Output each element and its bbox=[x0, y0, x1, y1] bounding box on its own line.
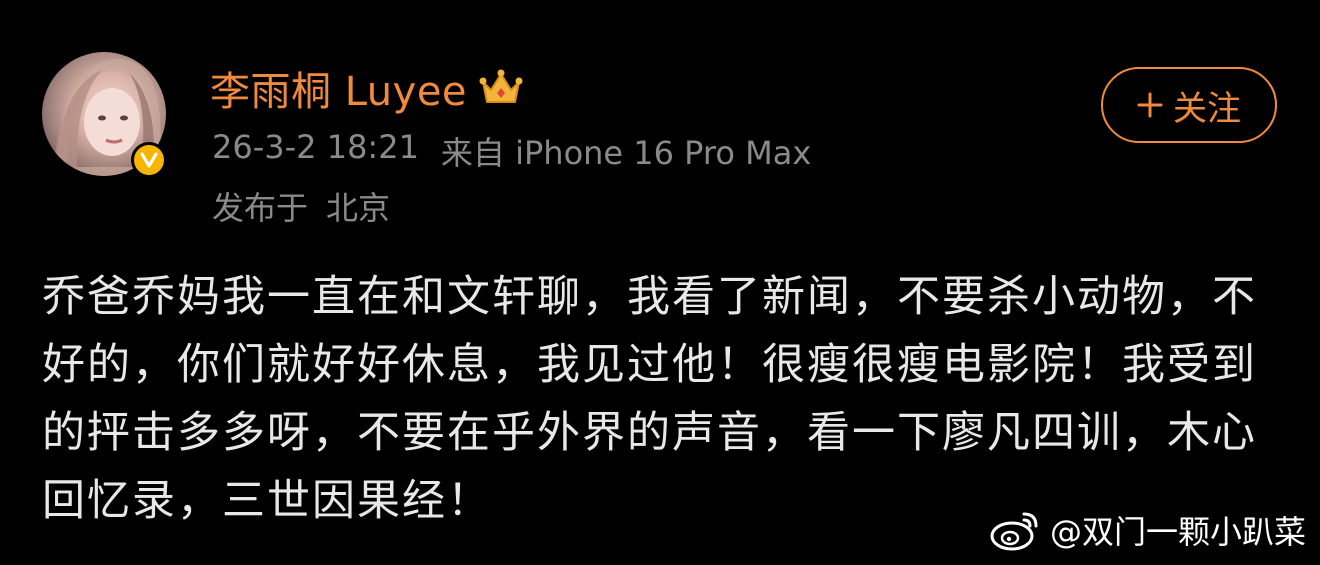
username-row: 李雨桐 Luyee bbox=[210, 59, 523, 117]
post-datetime: 26-3-2 18:21 bbox=[212, 128, 419, 166]
post-text: 乔爸乔妈我一直在和文轩聊，我看了新闻，不要杀小动物，不好的，你们就好好休息，我见… bbox=[42, 272, 1257, 526]
post-source: 来自 iPhone 16 Pro Max bbox=[440, 134, 812, 172]
location-prefix: 发布于 bbox=[212, 189, 309, 227]
verified-v-icon bbox=[140, 152, 158, 168]
location-name: 北京 bbox=[326, 189, 391, 227]
post-meta: 26-3-2 18:21 来自 iPhone 16 Pro Max bbox=[212, 128, 811, 174]
follow-button[interactable]: 关注 bbox=[1101, 67, 1277, 143]
post-location: 发布于 北京 bbox=[212, 183, 390, 229]
weibo-logo-icon bbox=[990, 512, 1038, 551]
watermark-text: @双门一颗小趴菜 bbox=[1049, 513, 1306, 551]
username[interactable]: 李雨桐 Luyee bbox=[210, 59, 467, 117]
plus-icon bbox=[1137, 92, 1163, 118]
follow-label: 关注 bbox=[1173, 88, 1241, 129]
watermark: @双门一颗小趴菜 bbox=[988, 507, 1306, 553]
member-crown-icon[interactable] bbox=[479, 68, 523, 108]
verified-badge bbox=[131, 142, 167, 178]
